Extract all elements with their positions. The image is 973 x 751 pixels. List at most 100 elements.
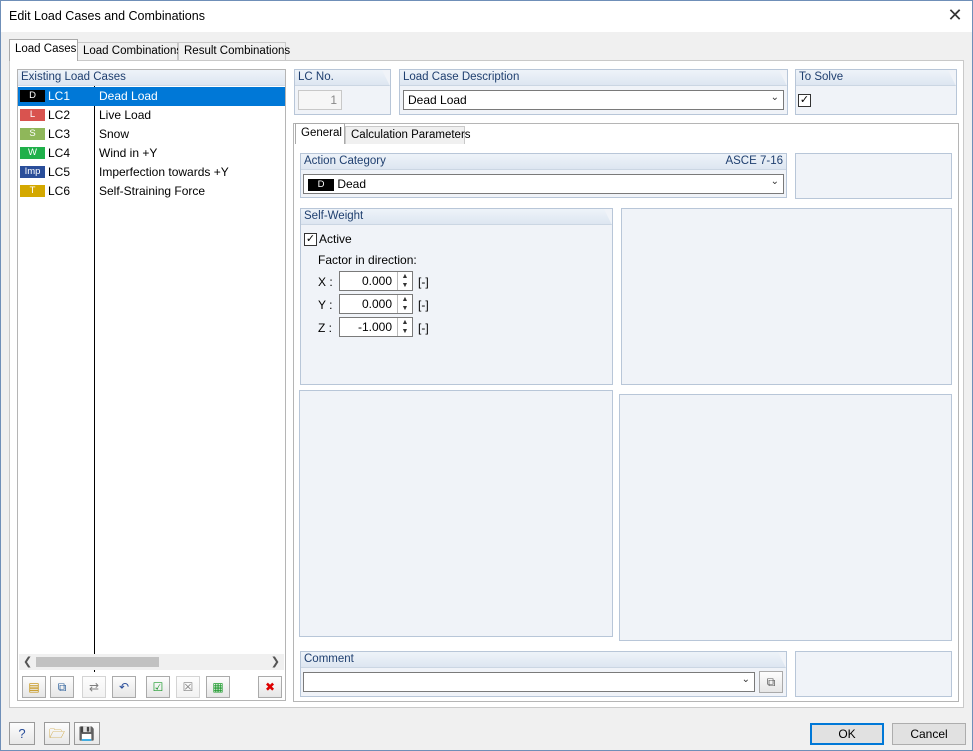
horizontal-scrollbar[interactable]: ❮ ❯ [19,654,284,670]
active-label: Active [319,232,352,246]
action-category-label: Action Category [301,154,786,170]
library-icon: ⧉ [766,675,776,689]
lc-number: LC5 [48,165,71,179]
new-load-case-icon: ▤ [28,680,40,694]
renumber-button[interactable]: ⇄ [82,676,106,698]
empty-panel [795,651,952,697]
chevron-down-icon: ⌄ [770,92,779,103]
active-checkbox[interactable]: ✓ [304,233,317,246]
copy-load-case-button[interactable]: ⧉ [50,676,74,698]
factor-label: Factor in direction: [318,253,417,267]
x-label: X : [318,275,333,289]
generate-button[interactable]: ↶ [112,676,136,698]
load-case-list: Existing Load Cases D LC1 Dead Load L LC… [17,69,286,701]
delete-button[interactable]: ✖ [258,676,282,698]
x-factor-value: 0.000 [361,274,392,288]
tab-result-combinations[interactable]: Result Combinations [178,42,290,60]
to-solve-group: To Solve ✓ [795,69,957,115]
uncheck-all-button[interactable]: ☒ [176,676,200,698]
lc-description: Dead Load [99,89,158,103]
spinner-arrows-icon[interactable]: ▲ ▼ [397,318,412,336]
lc-no-group: LC No. 1 [294,69,391,115]
lc-description: Live Load [99,108,152,122]
y-factor-value: 0.000 [361,297,392,311]
lc-description: Self-Straining Force [99,184,206,198]
scroll-right-icon[interactable]: ❯ [271,655,280,668]
save-button[interactable]: 💾 [74,722,100,745]
scroll-left-icon[interactable]: ❮ [23,655,32,668]
description-group: Load Case Description Dead Load ⌄ [399,69,788,115]
scroll-thumb[interactable] [36,657,159,667]
close-icon[interactable]: ✕ [942,4,968,28]
z-factor-value: -1.000 [357,320,392,334]
z-factor-spinner[interactable]: -1.000 ▲ ▼ [339,317,413,337]
chevron-down-icon: ⌄ [741,674,750,685]
title-bar: Edit Load Cases and Combinations ✕ [1,1,972,32]
spinner-arrows-icon[interactable]: ▲ ▼ [397,272,412,290]
description-dropdown[interactable]: Dead Load ⌄ [403,90,784,110]
check-all-button[interactable]: ☑ [146,676,170,698]
category-badge: S [20,128,45,140]
lc-description: Wind in +Y [99,146,158,160]
list-item[interactable]: S LC3 Snow [18,125,285,144]
copy-load-case-icon: ⧉ [57,680,67,694]
tab-load-cases[interactable]: Load Cases [9,39,78,61]
category-badge: W [20,147,45,159]
new-load-case-button[interactable]: ▤ [22,676,46,698]
comment-input[interactable]: ⌄ [303,672,755,692]
list-item[interactable]: L LC2 Live Load [18,106,285,125]
lc-number: LC2 [48,108,71,122]
select-to-solve-icon: ▦ [212,680,224,694]
save-icon: 💾 [78,726,96,741]
y-factor-spinner[interactable]: 0.000 ▲ ▼ [339,294,413,314]
y-label: Y : [318,298,333,312]
tab-general[interactable]: General [295,123,345,144]
list-item[interactable]: D LC1 Dead Load [18,87,285,106]
uncheck-all-icon: ☒ [182,680,194,694]
action-category-group: Action Category ASCE 7-16 D Dead ⌄ [300,153,787,198]
list-item[interactable]: T LC6 Self-Straining Force [18,182,285,201]
action-category-dropdown[interactable]: D Dead ⌄ [303,174,784,194]
description-label: Load Case Description [400,70,787,86]
spinner-arrows-icon[interactable]: ▲ ▼ [397,295,412,313]
dialog-window: Edit Load Cases and Combinations ✕ Load … [0,0,973,751]
tab-load-combinations[interactable]: Load Combinations [77,42,182,60]
comment-group: Comment ⌄ ⧉ [300,651,787,697]
generate-icon: ↶ [118,680,130,694]
empty-panel [299,390,613,637]
lc-number: LC3 [48,127,71,141]
lc-no-field: 1 [298,90,342,110]
lc-description: Snow [99,127,130,141]
empty-panel [621,208,952,385]
category-badge: Imp [20,166,45,178]
category-badge: D [20,90,45,102]
ok-button[interactable]: OK [810,723,884,745]
comment-label: Comment [301,652,786,668]
lc-description: Imperfection towards +Y [99,165,229,179]
lc-number: LC6 [48,184,71,198]
list-header: Existing Load Cases [18,70,285,86]
list-item[interactable]: W LC4 Wind in +Y [18,144,285,163]
lc-number: LC1 [48,89,71,103]
lc-no-label: LC No. [295,70,390,86]
folder-icon: 🗁 [48,726,66,741]
comment-library-button[interactable]: ⧉ [759,671,783,693]
x-unit: [-] [418,275,429,289]
help-icon: ? [18,726,26,741]
check-all-icon: ☑ [152,680,164,694]
list-item[interactable]: Imp LC5 Imperfection towards +Y [18,163,285,182]
open-button[interactable]: 🗁 [44,722,70,745]
empty-panel [795,153,952,199]
window-title: Edit Load Cases and Combinations [9,9,205,23]
self-weight-group: Self-Weight ✓ Active Factor in direction… [300,208,613,385]
x-factor-spinner[interactable]: 0.000 ▲ ▼ [339,271,413,291]
help-button[interactable]: ? [9,722,35,745]
to-solve-label: To Solve [796,70,956,86]
to-solve-checkbox[interactable]: ✓ [798,94,811,107]
z-unit: [-] [418,321,429,335]
standard-label: ASCE 7-16 [725,155,783,167]
tab-calculation-parameters[interactable]: Calculation Parameters [345,126,471,144]
select-to-solve-button[interactable]: ▦ [206,676,230,698]
cancel-button[interactable]: Cancel [892,723,966,745]
empty-panel [619,394,952,641]
